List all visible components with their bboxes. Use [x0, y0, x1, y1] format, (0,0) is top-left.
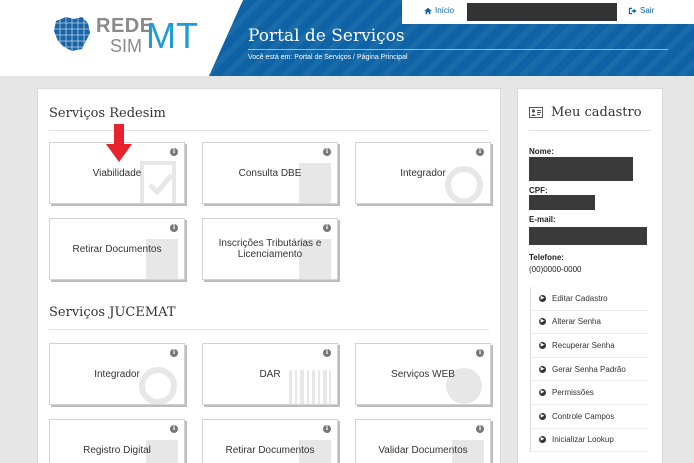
- title-divider: [248, 49, 668, 50]
- tile-label: Validar Documentos: [378, 444, 468, 456]
- menu-item-label: Editar Cadastro: [552, 293, 608, 303]
- tile-label: Viabilidade: [92, 167, 142, 179]
- menu-gerar-senha-padrao[interactable]: ▶ Gerar Senha Padrão: [531, 358, 648, 382]
- cadastro-menu: ▶ Editar Cadastro ▶ Alterar Senha ▶ Recu…: [530, 287, 648, 453]
- sign-out-icon: [628, 7, 637, 14]
- menu-item-label: Gerar Senha Padrão: [552, 364, 626, 374]
- arrow-circle-right-icon: ▶: [539, 436, 546, 444]
- sair-label: Sair: [640, 6, 655, 15]
- menu-inicializar-lookup[interactable]: ▶ Inicializar Lookup: [531, 429, 648, 453]
- tile-validar-documentos[interactable]: i Validar Documentos: [355, 419, 491, 463]
- breadcrumb: Você está em: Portal de Serviços / Págin…: [248, 54, 408, 61]
- tile-retirar-documentos-jucemat[interactable]: i Retirar Documentos: [202, 419, 338, 463]
- menu-recuperar-senha[interactable]: ▶ Recuperar Senha: [531, 334, 648, 358]
- tile-label: Consulta DBE: [238, 167, 302, 179]
- cadastro-divider: [529, 130, 651, 131]
- cadastro-panel: Meu cadastro Nome: CPF: E-mail: Telefone…: [517, 88, 663, 463]
- tile-inscricoes-tributarias[interactable]: i Inscrições Tributárias e Licenciamento: [202, 218, 338, 280]
- redacted-email: [529, 227, 647, 245]
- tile-integrador-jucemat[interactable]: i Integrador: [49, 343, 185, 405]
- info-icon[interactable]: i: [323, 425, 331, 433]
- menu-item-label: Recuperar Senha: [552, 340, 615, 350]
- arrow-circle-right-icon: ▶: [539, 365, 546, 373]
- info-icon[interactable]: i: [170, 425, 178, 433]
- menu-item-label: Inicializar Lookup: [552, 435, 614, 445]
- arrow-circle-right-icon: ▶: [539, 318, 546, 326]
- tile-dar[interactable]: i DAR: [202, 343, 338, 405]
- telefone-value: (00)0000-0000: [529, 265, 582, 274]
- menu-item-label: Permissões: [552, 388, 594, 398]
- telefone-label: Telefone:: [529, 253, 564, 262]
- tile-registro-digital[interactable]: i Registro Digital: [49, 419, 185, 463]
- arrow-circle-right-icon: ▶: [539, 294, 546, 302]
- menu-editar-cadastro[interactable]: ▶ Editar Cadastro: [531, 287, 648, 311]
- nome-label: Nome:: [529, 147, 554, 156]
- cadastro-header: Meu cadastro: [529, 105, 642, 120]
- menu-controle-campos[interactable]: ▶ Controle Campos: [531, 405, 648, 429]
- menu-item-label: Controle Campos: [552, 411, 615, 421]
- redacted-user-name: [467, 3, 617, 21]
- logo-panel: REDE SIM MT: [0, 0, 243, 76]
- info-icon[interactable]: i: [323, 148, 331, 156]
- page-title: Portal de Serviços: [248, 26, 405, 46]
- info-icon[interactable]: i: [476, 425, 484, 433]
- arrow-circle-right-icon: ▶: [539, 389, 546, 397]
- arrow-circle-right-icon: ▶: [539, 412, 546, 420]
- section-title-redesim: Serviços Redesim: [49, 106, 166, 121]
- menu-permissoes[interactable]: ▶ Permissões: [531, 381, 648, 405]
- barcode-watermark-icon: [289, 370, 331, 404]
- home-icon: [424, 7, 432, 14]
- inicio-label: Início: [435, 6, 455, 15]
- inicio-link[interactable]: Início: [424, 6, 454, 15]
- tile-label: Retirar Documentos: [225, 444, 315, 456]
- info-icon[interactable]: i: [170, 148, 178, 156]
- info-icon[interactable]: i: [476, 349, 484, 357]
- mato-grosso-map-icon: [52, 15, 92, 53]
- menu-alterar-senha[interactable]: ▶ Alterar Senha: [531, 311, 648, 335]
- tile-label: Integrador: [94, 368, 140, 380]
- tile-retirar-documentos-redesim[interactable]: i Retirar Documentos: [49, 218, 185, 280]
- tile-consulta-dbe[interactable]: i Consulta DBE: [202, 142, 338, 204]
- tile-label: Serviços WEB: [391, 368, 455, 380]
- sair-link[interactable]: Sair: [628, 6, 654, 15]
- menu-item-label: Alterar Senha: [552, 317, 601, 327]
- info-icon[interactable]: i: [170, 349, 178, 357]
- logo-rede-text: REDE: [96, 15, 154, 37]
- id-card-icon: [529, 107, 543, 118]
- section-divider: [49, 329, 489, 330]
- tile-servicos-web[interactable]: i Serviços WEB: [355, 343, 491, 405]
- tile-label: Integrador: [400, 167, 446, 179]
- top-bar: Início Sair: [402, 0, 694, 24]
- tile-label: DAR: [259, 368, 281, 380]
- cpf-label: CPF:: [529, 186, 548, 195]
- logo-sim-text: SIM: [110, 36, 143, 56]
- tile-label: Inscrições Tributárias e Licenciamento: [218, 238, 322, 260]
- red-arrow-down-icon: [106, 124, 132, 162]
- email-label: E-mail:: [529, 215, 556, 224]
- info-icon[interactable]: i: [323, 349, 331, 357]
- logo-mt-text: MT: [146, 15, 198, 56]
- section-title-jucemat: Serviços JUCEMAT: [49, 305, 176, 320]
- cadastro-title: Meu cadastro: [551, 105, 642, 120]
- tile-label: Retirar Documentos: [72, 243, 162, 255]
- tile-integrador-redesim[interactable]: i Integrador: [355, 142, 491, 204]
- info-icon[interactable]: i: [323, 224, 331, 232]
- redacted-cpf: [529, 195, 595, 210]
- tile-label: Registro Digital: [83, 444, 151, 456]
- redacted-nome: [529, 157, 633, 181]
- arrow-circle-right-icon: ▶: [539, 341, 546, 349]
- info-icon[interactable]: i: [476, 148, 484, 156]
- info-icon[interactable]: i: [170, 224, 178, 232]
